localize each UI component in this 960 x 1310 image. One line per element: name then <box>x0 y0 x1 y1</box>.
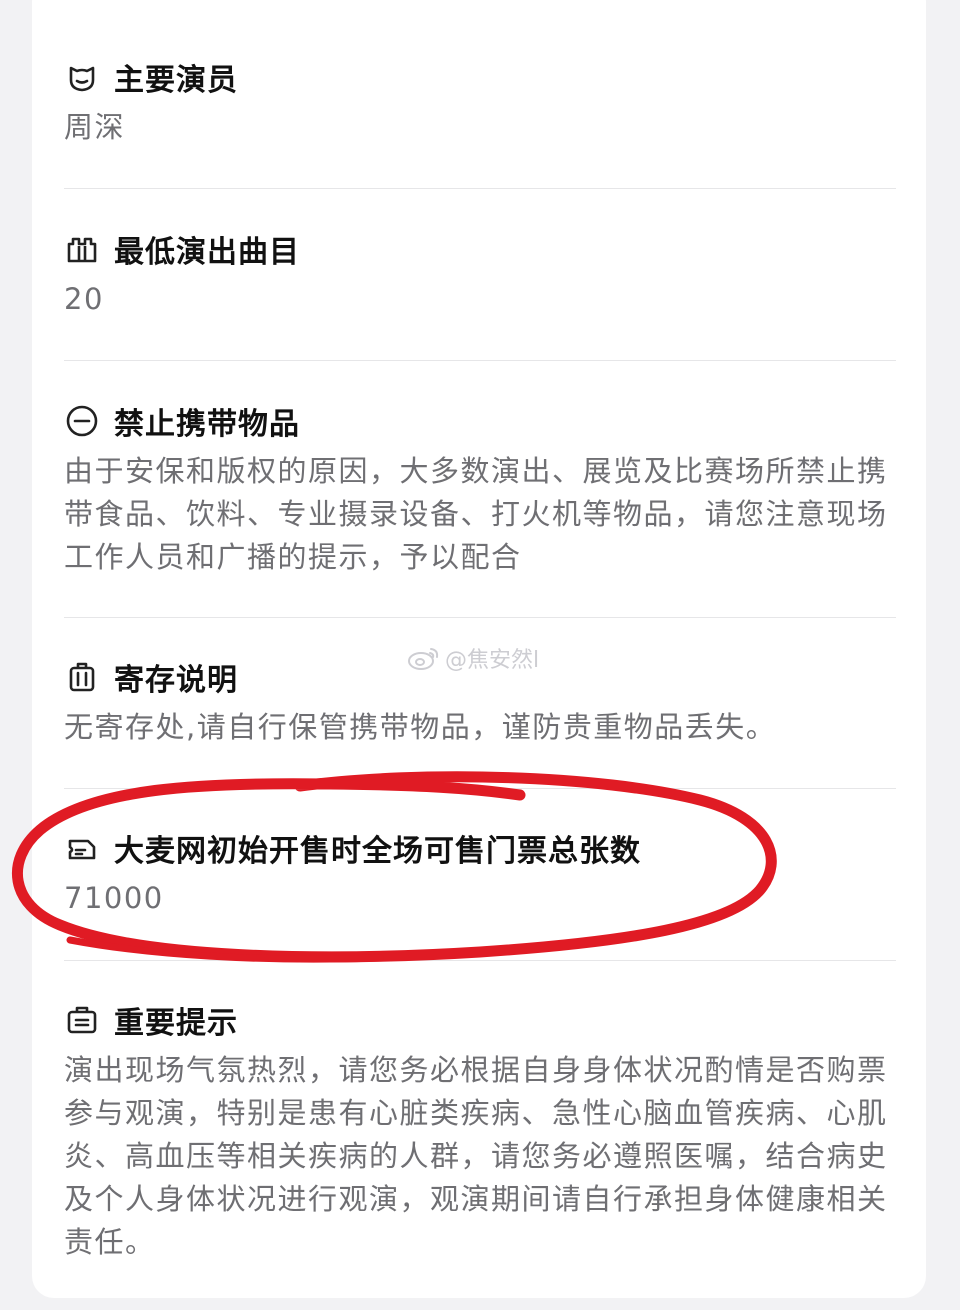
divider <box>64 617 896 618</box>
divider <box>64 360 896 361</box>
divider <box>64 960 896 961</box>
section-main-performer: 主要演员 周深 <box>64 52 896 149</box>
watermark-text: @焦安然l <box>445 648 540 673</box>
ticket-icon <box>64 830 100 866</box>
weibo-icon <box>408 648 439 670</box>
section-value: 无寄存处,请自行保管携带物品，谨防贵重物品丢失。 <box>64 710 777 744</box>
divider <box>64 788 896 789</box>
section-title: 主要演员 <box>114 63 238 98</box>
section-value: 周深 <box>64 110 126 144</box>
section-min-songs: 最低演出曲目 20 <box>64 224 896 321</box>
section-value: 演出现场气氛热烈，请您务必根据自身身体状况酌情是否购票参与观演，特别是患有心脏类… <box>64 1053 888 1259</box>
luggage-icon <box>64 659 100 695</box>
section-title: 禁止携带物品 <box>114 407 300 442</box>
watermark: @焦安然l <box>407 642 539 674</box>
divider <box>64 188 896 189</box>
section-title: 寄存说明 <box>114 663 238 698</box>
section-title: 重要提示 <box>114 1006 238 1041</box>
section-value: 71000 <box>64 881 164 915</box>
section-important-notice: 重要提示 演出现场气氛热烈，请您务必根据自身身体状况酌情是否购票参与观演，特别是… <box>64 995 896 1264</box>
face-mask-icon <box>64 59 100 95</box>
minus-circle-icon <box>64 403 100 439</box>
notice-icon <box>64 1002 100 1038</box>
section-total-tickets: 大麦网初始开售时全场可售门票总张数 71000 <box>64 823 896 920</box>
crown-icon <box>64 231 100 267</box>
section-title: 最低演出曲目 <box>114 235 300 270</box>
section-value: 20 <box>64 282 104 316</box>
section-value: 由于安保和版权的原因，大多数演出、展览及比赛场所禁止携带食品、饮料、专业摄录设备… <box>64 454 888 574</box>
section-title: 大麦网初始开售时全场可售门票总张数 <box>114 834 641 869</box>
section-prohibited-items: 禁止携带物品 由于安保和版权的原因，大多数演出、展览及比赛场所禁止携带食品、饮料… <box>64 396 896 579</box>
